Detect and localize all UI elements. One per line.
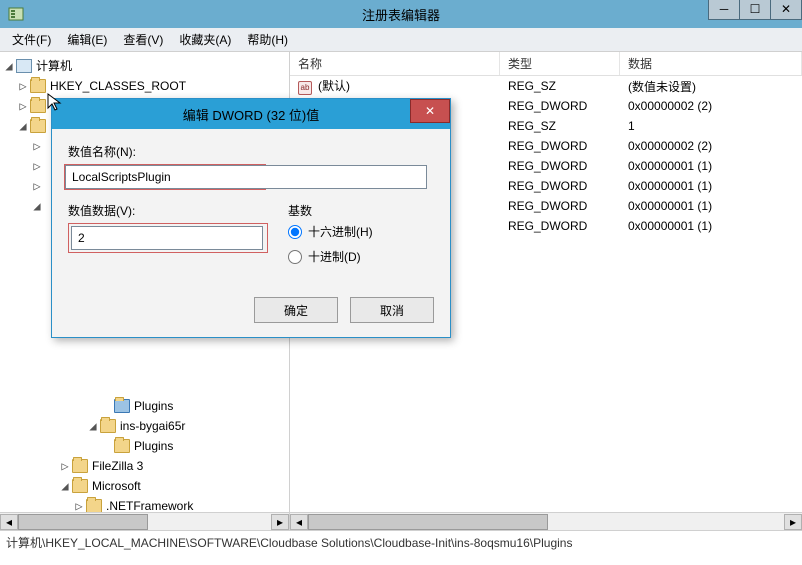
close-icon: ✕: [425, 104, 435, 118]
scroll-track[interactable]: [308, 514, 784, 530]
cell-data: 0x00000001 (1): [620, 199, 802, 213]
status-path: 计算机\HKEY_LOCAL_MACHINE\SOFTWARE\Cloudbas…: [6, 534, 572, 551]
cell-data: (数值未设置): [620, 78, 802, 95]
status-bar: 计算机\HKEY_LOCAL_MACHINE\SOFTWARE\Cloudbas…: [0, 530, 802, 554]
dialog-title: 编辑 DWORD (32 位)值: [183, 105, 320, 124]
expand-icon[interactable]: ▷: [30, 176, 44, 196]
dialog-buttons: 确定 取消: [68, 293, 434, 323]
maximize-button[interactable]: ☐: [739, 0, 771, 20]
minimize-button[interactable]: ─: [708, 0, 740, 20]
base-label: 基数: [288, 202, 373, 219]
collapse-icon[interactable]: ◢: [2, 56, 16, 76]
menu-bar: 文件(F) 编辑(E) 查看(V) 收藏夹(A) 帮助(H): [0, 28, 802, 52]
menu-help[interactable]: 帮助(H): [239, 31, 296, 48]
cell-data: 0x00000002 (2): [620, 139, 802, 153]
menu-view[interactable]: 查看(V): [115, 31, 171, 48]
radio-dec-input[interactable]: [288, 250, 302, 264]
tree-hscroll[interactable]: ◂ ▸: [0, 512, 289, 530]
folder-icon: [86, 499, 102, 513]
ok-button[interactable]: 确定: [254, 297, 338, 323]
tree-item-microsoft[interactable]: ◢Microsoft: [2, 476, 287, 496]
radio-dec-label: 十进制(D): [308, 248, 361, 265]
list-header: 名称 类型 数据: [290, 52, 802, 76]
radio-dec[interactable]: 十进制(D): [288, 248, 373, 265]
collapse-icon[interactable]: ◢: [86, 416, 100, 436]
folder-icon: [100, 419, 116, 433]
dialog-titlebar[interactable]: 编辑 DWORD (32 位)值 ✕: [52, 99, 450, 129]
expand-icon[interactable]: ▷: [30, 136, 44, 156]
cell-data: 0x00000001 (1): [620, 159, 802, 173]
tree-item-hkcr[interactable]: ▷HKEY_CLASSES_ROOT: [2, 76, 287, 96]
scroll-left-icon[interactable]: ◂: [290, 514, 308, 530]
scroll-track[interactable]: [18, 514, 271, 530]
col-data[interactable]: 数据: [620, 52, 802, 75]
expand-icon[interactable]: ▷: [30, 156, 44, 176]
cell-data: 0x00000002 (2): [620, 99, 802, 113]
tree-item-filezilla[interactable]: ▷FileZilla 3: [2, 456, 287, 476]
string-value-icon: ab: [298, 81, 312, 95]
collapse-icon[interactable]: ◢: [58, 476, 72, 496]
cell-type: REG_DWORD: [500, 159, 620, 173]
cell-data: 1: [620, 119, 802, 133]
value-data-label: 数值数据(V):: [68, 202, 268, 219]
window-controls: ─ ☐ ✕: [708, 0, 802, 20]
base-group: 基数 十六进制(H) 十进制(D): [288, 202, 373, 273]
tree-item-instance[interactable]: ◢ins-bygai65r: [2, 416, 287, 436]
window-title: 注册表编辑器: [362, 5, 440, 24]
cell-type: REG_DWORD: [500, 199, 620, 213]
cell-data: 0x00000001 (1): [620, 179, 802, 193]
cell-data: 0x00000001 (1): [620, 219, 802, 233]
computer-icon: [16, 59, 32, 73]
folder-icon: [72, 479, 88, 493]
list-hscroll[interactable]: ◂ ▸: [290, 512, 802, 530]
value-data-input[interactable]: [71, 226, 263, 250]
tree-root[interactable]: ◢计算机: [2, 56, 287, 76]
collapse-icon[interactable]: ◢: [16, 116, 30, 136]
tree-item-plugins2[interactable]: Plugins: [2, 436, 287, 456]
folder-icon: [114, 399, 130, 413]
collapse-icon[interactable]: ◢: [30, 196, 44, 216]
scroll-left-icon[interactable]: ◂: [0, 514, 18, 530]
cell-type: REG_DWORD: [500, 179, 620, 193]
expand-icon[interactable]: ▷: [16, 76, 30, 96]
cell-type: REG_SZ: [500, 119, 620, 133]
folder-icon: [30, 99, 46, 113]
app-icon: [8, 6, 24, 22]
menu-file[interactable]: 文件(F): [4, 31, 59, 48]
cancel-button[interactable]: 取消: [350, 297, 434, 323]
radio-hex-input[interactable]: [288, 225, 302, 239]
tree-item-plugins[interactable]: Plugins: [2, 396, 287, 416]
cell-name: ab(默认): [290, 77, 500, 95]
col-type[interactable]: 类型: [500, 52, 620, 75]
dialog-close-button[interactable]: ✕: [410, 99, 450, 123]
expand-icon[interactable]: ▷: [16, 96, 30, 116]
value-data-highlight: [68, 223, 268, 253]
folder-icon: [72, 459, 88, 473]
folder-icon: [30, 119, 46, 133]
radio-hex[interactable]: 十六进制(H): [288, 223, 373, 240]
cell-type: REG_DWORD: [500, 139, 620, 153]
scroll-thumb[interactable]: [18, 514, 148, 530]
expand-icon[interactable]: ▷: [58, 456, 72, 476]
scroll-thumb[interactable]: [308, 514, 548, 530]
scroll-right-icon[interactable]: ▸: [271, 514, 289, 530]
folder-icon: [114, 439, 130, 453]
col-name[interactable]: 名称: [290, 52, 500, 75]
value-name-highlight: [64, 164, 266, 190]
cell-type: REG_DWORD: [500, 219, 620, 233]
radio-hex-label: 十六进制(H): [308, 223, 373, 240]
folder-icon: [30, 79, 46, 93]
value-name-input[interactable]: [65, 165, 427, 189]
value-name-label: 数值名称(N):: [68, 143, 434, 160]
menu-favorites[interactable]: 收藏夹(A): [171, 31, 239, 48]
edit-dword-dialog: 编辑 DWORD (32 位)值 ✕ 数值名称(N): 数值数据(V): 基数 …: [51, 98, 451, 338]
dialog-body: 数值名称(N): 数值数据(V): 基数 十六进制(H) 十进制(D) 确定 取…: [52, 129, 450, 337]
cell-type: REG_SZ: [500, 79, 620, 93]
cell-type: REG_DWORD: [500, 99, 620, 113]
window-titlebar: 注册表编辑器 ─ ☐ ✕: [0, 0, 802, 28]
scroll-right-icon[interactable]: ▸: [784, 514, 802, 530]
list-row[interactable]: ab(默认)REG_SZ(数值未设置): [290, 76, 802, 96]
close-button[interactable]: ✕: [770, 0, 802, 20]
menu-edit[interactable]: 编辑(E): [59, 31, 115, 48]
